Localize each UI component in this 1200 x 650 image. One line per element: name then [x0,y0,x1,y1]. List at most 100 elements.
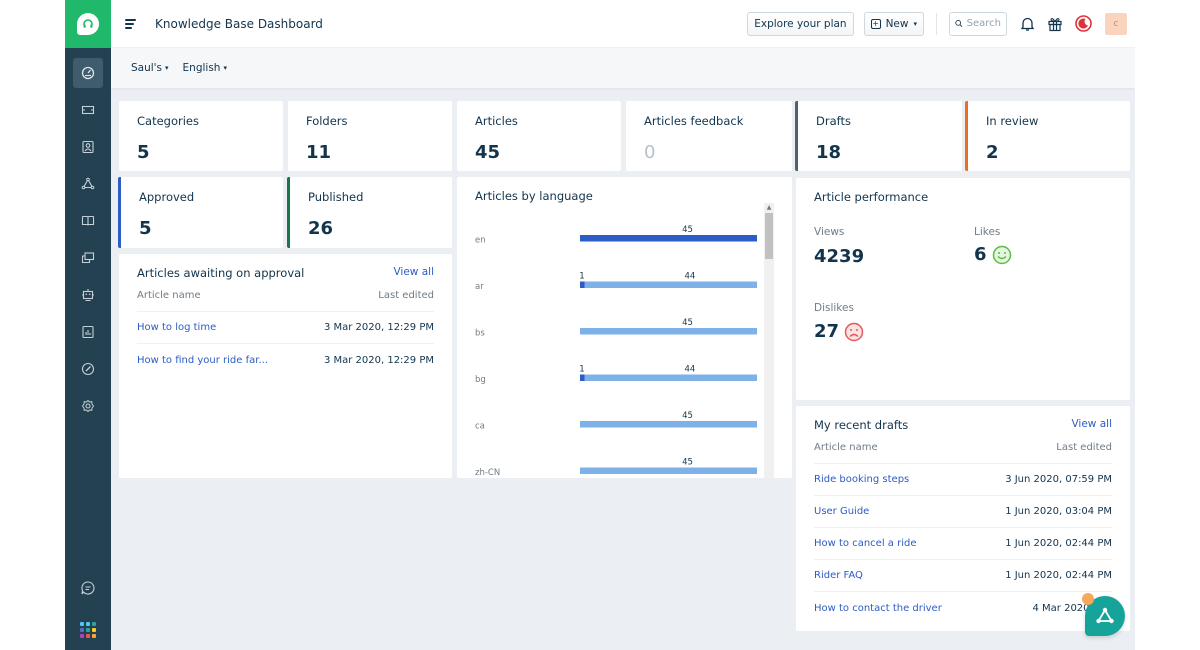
sad-face-icon [844,322,864,341]
sidebar-item-forums[interactable] [65,239,111,276]
dislikes-count: 27 [814,321,840,342]
table-row: How to find your ride far... 3 Mar 2020,… [137,344,434,376]
article-link[interactable]: How to log time [137,322,216,333]
stat-card-in-review[interactable]: In review 2 [965,101,1130,171]
table-row: How to contact the driver 4 Mar 2020, 02: [814,592,1112,624]
headset-icon [77,13,99,35]
language-bar-chart: en 45 ar 1 44 bs 45 bg 1 44 ca 45 zh-CN 45 [475,225,757,478]
bar-segment-untranslated [584,281,757,288]
data-label: 44 [684,365,695,375]
table-row: User Guide 1 Jun 2020, 03:04 PM [814,496,1112,528]
y-tick-label: ca [475,422,485,432]
column-header-date: Last edited [1056,442,1112,453]
network-triangle-icon [1096,607,1114,624]
scroll-up-arrow-icon[interactable]: ▲ [764,203,774,212]
sidebar-item-contacts[interactable] [65,128,111,165]
status-moon-icon[interactable] [1069,10,1097,38]
floating-help-button[interactable] [1082,593,1125,636]
stat-card-drafts[interactable]: Drafts 18 [795,101,962,171]
bot-icon [73,280,103,310]
article-link[interactable]: Rider FAQ [814,570,863,581]
caret-down-icon: ▾ [913,19,917,28]
chat-icon [73,573,103,603]
bar-segment-untranslated [580,467,757,474]
last-edited: 3 Mar 2020, 12:29 PM [323,354,434,366]
gear-icon [73,391,103,421]
compass-icon [73,354,103,384]
portal-dropdown[interactable]: Saul's ▾ [131,62,169,74]
stat-value: 2 [986,142,999,163]
reports-icon [73,317,103,347]
menu-toggle-icon[interactable] [125,18,139,29]
bar-segment-untranslated [584,374,757,381]
stat-card-categories[interactable]: Categories 5 [119,101,283,171]
stat-card-feedback[interactable]: Articles feedback 0 [626,101,792,171]
new-button[interactable]: + New ▾ [863,11,924,36]
dislikes-label: Dislikes [814,302,854,314]
plus-square-icon: + [870,18,881,29]
apps-launcher[interactable] [65,610,111,650]
app-logo[interactable] [65,0,111,48]
views-value: 4239 [814,246,864,267]
forums-icon [73,243,103,273]
ticket-icon [73,95,103,125]
data-label: 45 [682,318,693,328]
sidebar-item-admin[interactable] [65,350,111,387]
search-placeholder: Search [966,18,1001,29]
views-count: 4239 [814,246,865,267]
stat-label: Categories [137,114,199,128]
y-tick-label: ar [475,282,484,292]
search-input[interactable]: Search [949,11,1007,36]
stat-card-folders[interactable]: Folders 11 [288,101,452,171]
notifications-bell-icon[interactable] [1013,10,1041,38]
chart-scrollbar[interactable]: ▲ [764,203,774,478]
search-icon [955,20,963,27]
article-link[interactable]: How to contact the driver [814,603,942,614]
bar-segment-translated [580,235,757,242]
bar-segment-translated [580,281,585,288]
smiley-face-icon [992,245,1011,264]
sidebar-item-tickets[interactable] [65,91,111,128]
recent-drafts-card: My recent drafts View all Article name L… [796,406,1130,631]
stat-label: Articles feedback [644,114,744,128]
sidebar [65,0,111,650]
gift-icon[interactable] [1041,10,1069,38]
sidebar-item-groups[interactable] [65,165,111,202]
sidebar-item-chat[interactable] [65,566,111,610]
header-divider [936,12,937,35]
y-tick-label: zh-CN [475,468,500,478]
sidebar-item-bots[interactable] [65,276,111,313]
article-link[interactable]: How to find your ride far... [137,355,268,366]
sidebar-item-reports[interactable] [65,313,111,350]
stat-label: Drafts [816,114,851,128]
stat-card-published[interactable]: Published 26 [287,177,452,248]
language-dropdown[interactable]: English ▾ [183,62,227,74]
filter-bar: Saul's ▾ English ▾ [111,48,1135,88]
language-dropdown-label: English [182,62,221,74]
last-edited: 1 Jun 2020, 03:04 PM [1005,506,1112,517]
data-label: 44 [684,272,695,282]
stat-card-approved[interactable]: Approved 5 [118,177,283,248]
sidebar-item-settings[interactable] [65,387,111,424]
article-link[interactable]: How to cancel a ride [814,538,916,549]
stat-label: In review [986,114,1039,128]
portal-dropdown-label: Saul's [131,62,163,74]
stat-card-articles[interactable]: Articles 45 [457,101,621,171]
column-header-date: Last edited [378,290,434,301]
drafts-table: Article name Last edited Ride booking st… [814,442,1112,624]
column-header-name: Article name [137,290,201,301]
stat-label: Articles [475,114,518,128]
sidebar-item-dashboard[interactable] [65,54,111,91]
card-title: Article performance [814,190,929,204]
sidebar-item-solutions[interactable] [65,202,111,239]
explore-plan-button[interactable]: Explore your plan [747,11,854,36]
view-all-link[interactable]: View all [1071,418,1112,430]
view-all-link[interactable]: View all [393,266,434,278]
article-link[interactable]: User Guide [814,506,869,517]
likes-value: 6 [974,244,1012,265]
article-link[interactable]: Ride booking steps [814,474,909,485]
y-tick-label: bs [475,329,485,339]
user-avatar[interactable]: c [1105,12,1127,35]
scrollbar-thumb[interactable] [765,213,773,259]
groups-icon [73,169,103,199]
